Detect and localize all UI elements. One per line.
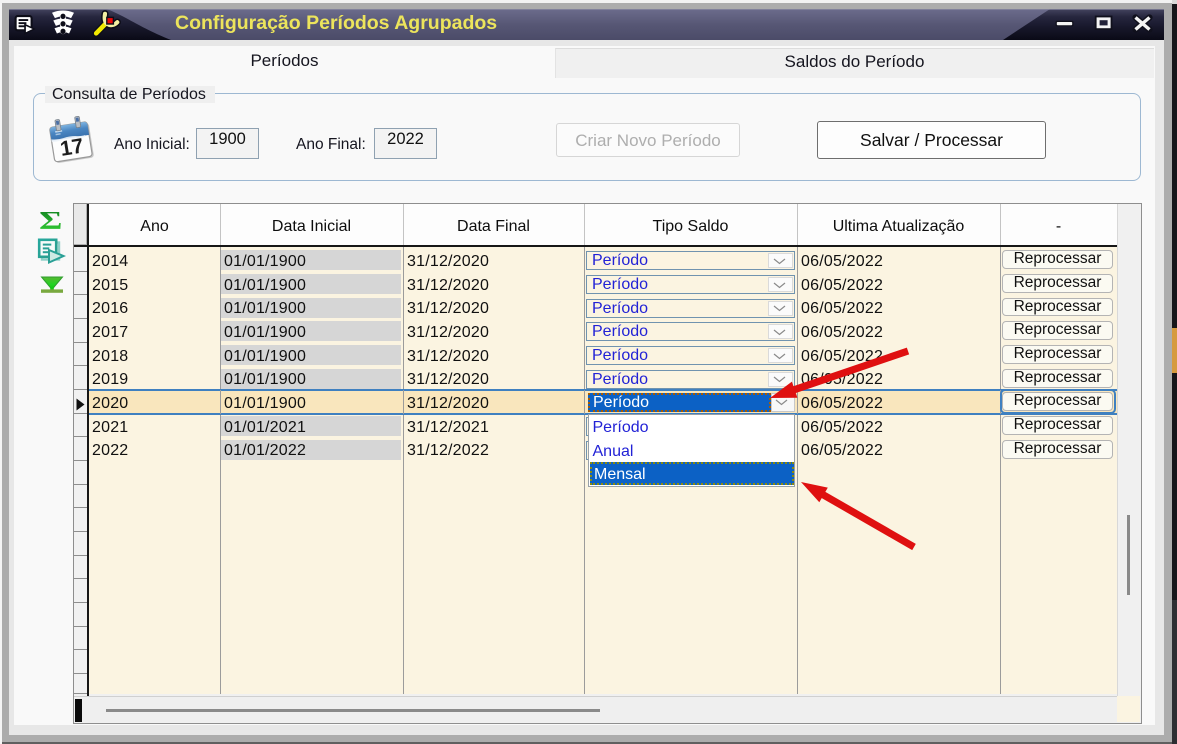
svg-text:Σ: Σ — [39, 207, 62, 235]
svg-text:Configuração Períodos Agrupado: Configuração Períodos Agrupados — [175, 12, 497, 34]
svg-text:17: 17 — [59, 135, 86, 161]
